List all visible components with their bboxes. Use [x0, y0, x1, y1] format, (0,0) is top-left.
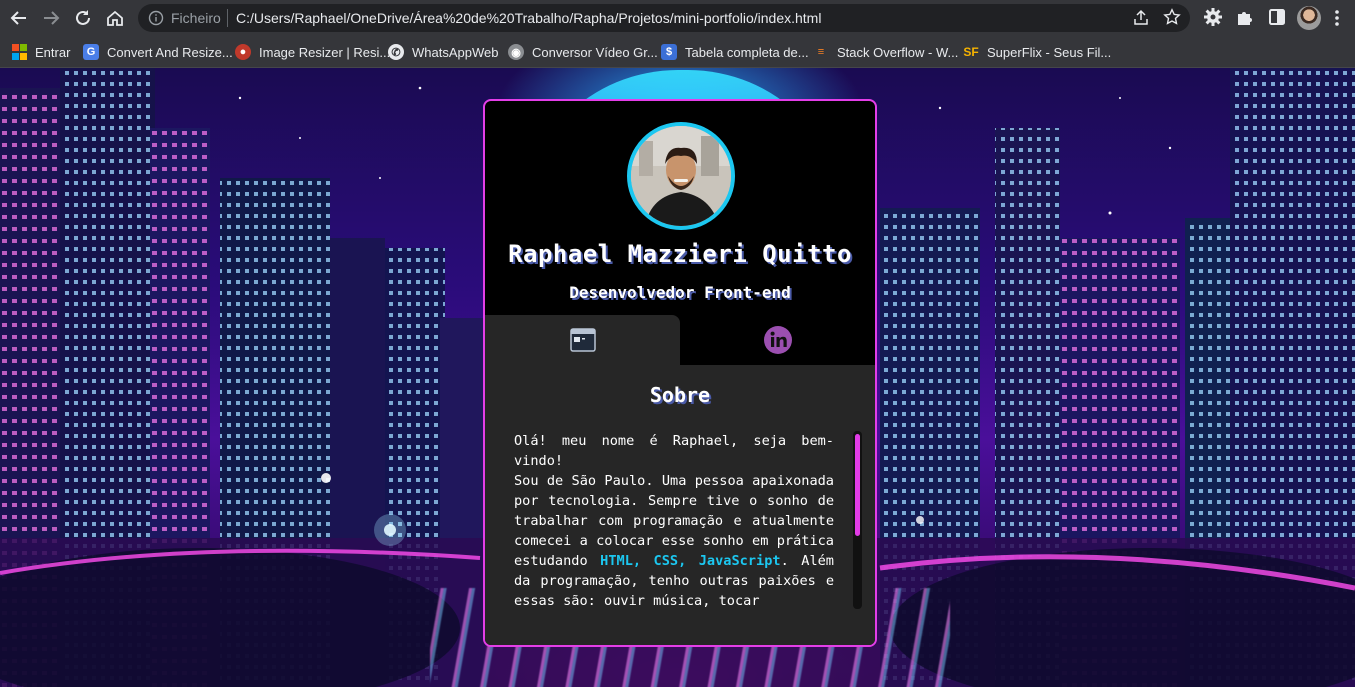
about-text: Olá! meu nome é Raphael, seja bem-vindo!… — [514, 431, 834, 607]
reload-button[interactable] — [71, 6, 95, 30]
scheme-label: Ficheiro — [171, 10, 221, 26]
bookmark-label: Entrar — [35, 44, 71, 60]
browser-window-icon — [569, 328, 596, 352]
profile-avatar[interactable] — [1297, 6, 1321, 30]
info-icon[interactable] — [148, 10, 164, 31]
kebab-menu-icon[interactable] — [1334, 8, 1340, 33]
forward-button[interactable] — [39, 6, 63, 30]
bookmark-superflix[interactable]: SF SuperFlix - Seus Fil... — [963, 42, 1111, 62]
bookmark-label: WhatsAppWeb — [412, 44, 499, 60]
tab-linkedin[interactable] — [680, 315, 875, 365]
bookmark-image-resizer[interactable]: ● Image Resizer | Resi... — [235, 42, 390, 62]
tab-about[interactable] — [485, 315, 680, 365]
bookmark-conversor-video[interactable]: ◉ Conversor Vídeo Gr... — [508, 42, 658, 62]
bookmark-label: SuperFlix - Seus Fil... — [987, 44, 1112, 60]
share-icon[interactable] — [1132, 9, 1150, 32]
profile-name: Raphael Mazzieri Quitto — [508, 240, 852, 268]
stackoverflow-icon: ≡ — [817, 46, 825, 58]
extensions-puzzle-icon[interactable] — [1235, 7, 1255, 32]
bookmark-stackoverflow[interactable]: ≡ Stack Overflow - W... — [813, 42, 959, 62]
browser-toolbar: Ficheiro C:/Users/Raphael/OneDrive/Área%… — [0, 0, 1355, 36]
back-button[interactable] — [7, 6, 31, 30]
side-panel-icon[interactable] — [1267, 7, 1287, 32]
profile-photo — [627, 122, 735, 230]
bookmark-whatsappweb[interactable]: ✆ WhatsAppWeb — [388, 42, 498, 62]
windows-icon — [11, 44, 27, 60]
about-paragraph-bio: Sou de São Paulo. Uma pessoa apaixonada … — [514, 471, 834, 607]
omnibox-divider — [227, 9, 228, 27]
url-text[interactable]: C:/Users/Raphael/OneDrive/Área%20de%20Tr… — [236, 10, 821, 26]
whatsapp-icon: ✆ — [388, 44, 404, 60]
arrow-right-icon — [44, 11, 60, 25]
linkedin-icon — [763, 326, 792, 354]
bookmarks-bar: Entrar G Convert And Resize... ● Image R… — [0, 36, 1355, 68]
superflix-icon: SF — [963, 45, 979, 59]
reload-icon — [76, 10, 90, 25]
profile-role: Desenvolvedor Front-end — [569, 283, 791, 302]
page-viewport: Raphael Mazzieri Quitto Desenvolvedor Fr… — [0, 68, 1355, 687]
bookmark-tabela-completa[interactable]: $ Tabela completa de... — [661, 42, 809, 62]
settings-gear-icon[interactable] — [1203, 7, 1223, 32]
conversor-icon: ◉ — [508, 44, 524, 60]
tabela-icon: $ — [661, 44, 677, 60]
bookmark-label: Convert And Resize... — [107, 44, 233, 60]
bookmark-entrar[interactable]: Entrar — [11, 42, 70, 62]
about-paragraph-greeting: Olá! meu nome é Raphael, seja bem-vindo! — [514, 433, 834, 469]
profile-card: Raphael Mazzieri Quitto Desenvolvedor Fr… — [483, 99, 877, 647]
bookmark-label: Image Resizer | Resi... — [259, 44, 391, 60]
bookmark-star-icon[interactable] — [1163, 8, 1181, 31]
home-icon — [107, 10, 123, 26]
bookmark-convert-resize[interactable]: G Convert And Resize... — [83, 42, 233, 62]
about-tech-highlight: HTML, CSS, JavaScript — [600, 553, 781, 569]
home-button[interactable] — [103, 6, 127, 30]
arrow-left-icon — [10, 11, 26, 25]
about-scrollbar-thumb[interactable] — [855, 434, 860, 536]
about-panel: Sobre Olá! meu nome é Raphael, seja bem-… — [485, 365, 875, 645]
address-bar[interactable]: Ficheiro C:/Users/Raphael/OneDrive/Área%… — [138, 4, 1190, 32]
bookmark-label: Tabela completa de... — [685, 44, 809, 60]
about-title: Sobre — [649, 383, 711, 407]
bookmark-label: Conversor Vídeo Gr... — [532, 44, 658, 60]
image-resizer-icon: ● — [235, 44, 251, 60]
bookmark-label: Stack Overflow - W... — [837, 44, 959, 60]
google-icon: G — [83, 44, 99, 60]
